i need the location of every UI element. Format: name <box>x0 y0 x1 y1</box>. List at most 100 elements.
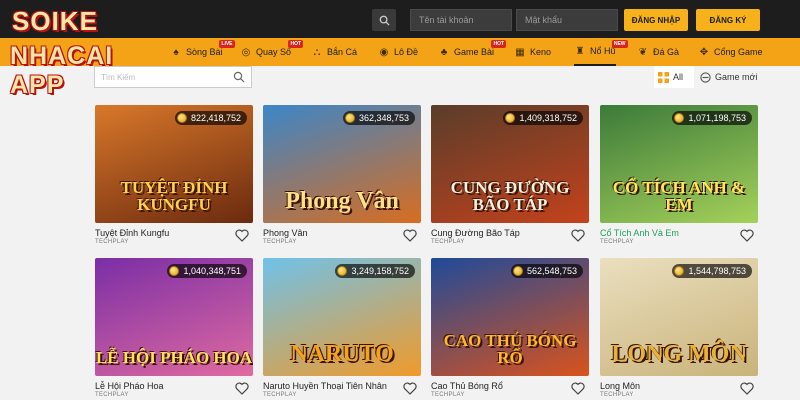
search-icon[interactable] <box>233 71 245 83</box>
card-game-icon: ♣ <box>440 46 448 58</box>
game-art-title: LONG MÔN <box>611 341 747 367</box>
nav-label: Bắn Cá <box>327 47 358 57</box>
game-title[interactable]: Naruto Huyền Thoại Tiên Nhân <box>263 381 421 391</box>
jackpot-amount: 562,548,753 <box>526 266 577 276</box>
jackpot-amount: 1,409,318,752 <box>519 113 577 123</box>
nav-item-da-ga[interactable]: ❦ Đá Gà <box>637 38 679 66</box>
new-games-icon <box>700 71 711 83</box>
coin-icon <box>512 266 523 276</box>
nav-badge: LIVE <box>219 40 235 48</box>
game-search <box>94 66 252 88</box>
game-thumbnail[interactable]: 562,548,753 CAO THỦ BÓNG RỔ <box>431 258 589 376</box>
heart-icon[interactable] <box>571 382 585 395</box>
jackpot-badge: 562,548,753 <box>510 264 583 278</box>
nav-item-keno[interactable]: ▦ Keno <box>514 38 551 66</box>
lottery-icon: ◎ <box>241 46 251 58</box>
game-thumbnail[interactable]: 822,418,752 TUYỆT ĐỈNH KUNGFU <box>95 105 253 223</box>
nav-item-no-hu[interactable]: ♜ Nổ Hũ NEW <box>574 38 628 66</box>
game-title[interactable]: Cổ Tích Anh Và Em <box>600 228 758 238</box>
search-button[interactable] <box>372 9 396 31</box>
nav-label: Lô Đề <box>394 47 419 57</box>
game-provider: TECHPLAY <box>431 239 465 245</box>
username-field[interactable] <box>410 9 512 31</box>
jackpot-badge: 1,040,348,751 <box>167 264 247 278</box>
nav-item-lo-de[interactable]: ◉ Lô Đề <box>378 38 418 66</box>
nav-label: Đá Gà <box>653 47 680 57</box>
game-provider: TECHPLAY <box>263 392 297 398</box>
logo-line-1: SOIKE <box>12 6 98 36</box>
register-button[interactable]: ĐĂNG KÝ <box>696 9 760 31</box>
heart-icon[interactable] <box>403 229 417 242</box>
game-card[interactable]: 1,544,798,753 LONG MÔN Long Môn TECHPLAY <box>600 258 758 398</box>
game-thumbnail[interactable]: 1,071,198,753 CỔ TÍCH ANH & EM <box>600 105 758 223</box>
jackpot-amount: 3,249,158,752 <box>351 266 409 276</box>
game-thumbnail[interactable]: 1,409,318,752 CUNG ĐƯỜNG BÃO TÁP <box>431 105 589 223</box>
heart-icon[interactable] <box>403 382 417 395</box>
game-title[interactable]: Lễ Hội Pháo Hoa <box>95 381 253 391</box>
game-card[interactable]: 562,548,753 CAO THỦ BÓNG RỔ Cao Thủ Bóng R… <box>431 258 589 398</box>
game-card[interactable]: 362,348,753 Phong Vân Phong Vân TECHPLAY <box>263 105 421 245</box>
view-new-label: Game mới <box>715 72 758 82</box>
nav-label: Game Bài <box>454 47 495 57</box>
coin-icon <box>505 113 516 123</box>
game-title[interactable]: Cao Thủ Bóng Rổ <box>431 381 589 391</box>
login-button[interactable]: ĐĂNG NHẬP <box>624 9 688 31</box>
game-title[interactable]: Tuyệt Đỉnh Kungfu <box>95 228 253 238</box>
heart-icon[interactable] <box>740 229 754 242</box>
jackpot-icon: ♜ <box>575 45 585 57</box>
game-card[interactable]: 1,409,318,752 CUNG ĐƯỜNG BÃO TÁP Cung Đườn… <box>431 105 589 245</box>
jackpot-badge: 362,348,753 <box>342 111 415 125</box>
game-art-title: Phong Vân <box>285 188 399 214</box>
game-thumbnail[interactable]: 3,249,158,752 NARUTO <box>263 258 421 376</box>
jackpot-badge: 1,071,198,753 <box>672 111 752 125</box>
jackpot-badge: 822,418,752 <box>174 111 247 125</box>
game-card[interactable]: 1,040,348,751 LỄ HỘI PHÁO HOA Lễ Hội Pháo … <box>95 258 253 398</box>
grid-icon <box>658 71 669 83</box>
game-art-title: CUNG ĐƯỜNG BÃO TÁP <box>450 178 570 214</box>
game-search-input[interactable] <box>95 67 225 88</box>
game-card[interactable]: 822,418,752 TUYỆT ĐỈNH KUNGFU Tuyệt Đỉnh K… <box>95 105 253 245</box>
game-art-title: CỔ TÍCH ANH & EM <box>612 178 746 214</box>
nav-item-song-bai[interactable]: ♠ Sòng Bài LIVE <box>170 38 235 66</box>
nav-label: Sòng Bài <box>186 47 223 57</box>
game-provider: TECHPLAY <box>600 239 634 245</box>
game-card[interactable]: 1,071,198,753 CỔ TÍCH ANH & EM Cổ Tích Anh… <box>600 105 758 245</box>
heart-icon[interactable] <box>235 229 249 242</box>
nav-item-game-bai[interactable]: ♣ Game Bài HOT <box>438 38 507 66</box>
coin-icon <box>674 266 685 276</box>
jackpot-amount: 1,040,348,751 <box>183 266 241 276</box>
heart-icon[interactable] <box>235 382 249 395</box>
game-art-title: LỄ HỘI PHÁO HOA <box>95 348 253 367</box>
game-thumbnail[interactable]: 362,348,753 Phong Vân <box>263 105 421 223</box>
nav-label: Cổng Game <box>714 47 763 57</box>
nav-badge: HOT <box>491 40 507 48</box>
rooster-icon: ❦ <box>638 46 648 58</box>
game-thumbnail[interactable]: 1,040,348,751 LỄ HỘI PHÁO HOA <box>95 258 253 376</box>
coin-icon <box>344 113 355 123</box>
game-art-title: NARUTO <box>290 341 394 367</box>
jackpot-amount: 362,348,753 <box>358 113 409 123</box>
view-all-label: All <box>673 72 684 82</box>
nav-item-quay-so[interactable]: ◎ Quay Số HOT <box>240 38 304 66</box>
view-all-toggle[interactable]: All <box>654 66 694 88</box>
search-icon <box>379 15 390 26</box>
view-new-toggle[interactable]: Game mới <box>694 66 764 88</box>
coin-icon <box>674 113 685 123</box>
nav-item-ban-ca[interactable]: ⛬ Bắn Cá <box>311 38 358 66</box>
game-provider: TECHPLAY <box>95 239 129 245</box>
game-title[interactable]: Phong Vân <box>263 228 421 238</box>
game-title[interactable]: Long Môn <box>600 381 758 391</box>
game-card[interactable]: 3,249,158,752 NARUTO Naruto Huyền Thoại Ti… <box>263 258 421 398</box>
heart-icon[interactable] <box>571 229 585 242</box>
nav-item-cong-game[interactable]: ✥ Cổng Game <box>698 38 763 66</box>
game-art-title: TUYỆT ĐỈNH KUNGFU <box>120 178 228 214</box>
jackpot-badge: 1,544,798,753 <box>672 264 752 278</box>
coin-icon <box>337 266 348 276</box>
keno-icon: ▦ <box>515 46 525 58</box>
nav-label: Keno <box>530 47 552 57</box>
game-title[interactable]: Cung Đường Bão Táp <box>431 228 589 238</box>
heart-icon[interactable] <box>740 382 754 395</box>
game-provider: TECHPLAY <box>263 239 297 245</box>
password-field[interactable] <box>516 9 618 31</box>
game-thumbnail[interactable]: 1,544,798,753 LONG MÔN <box>600 258 758 376</box>
